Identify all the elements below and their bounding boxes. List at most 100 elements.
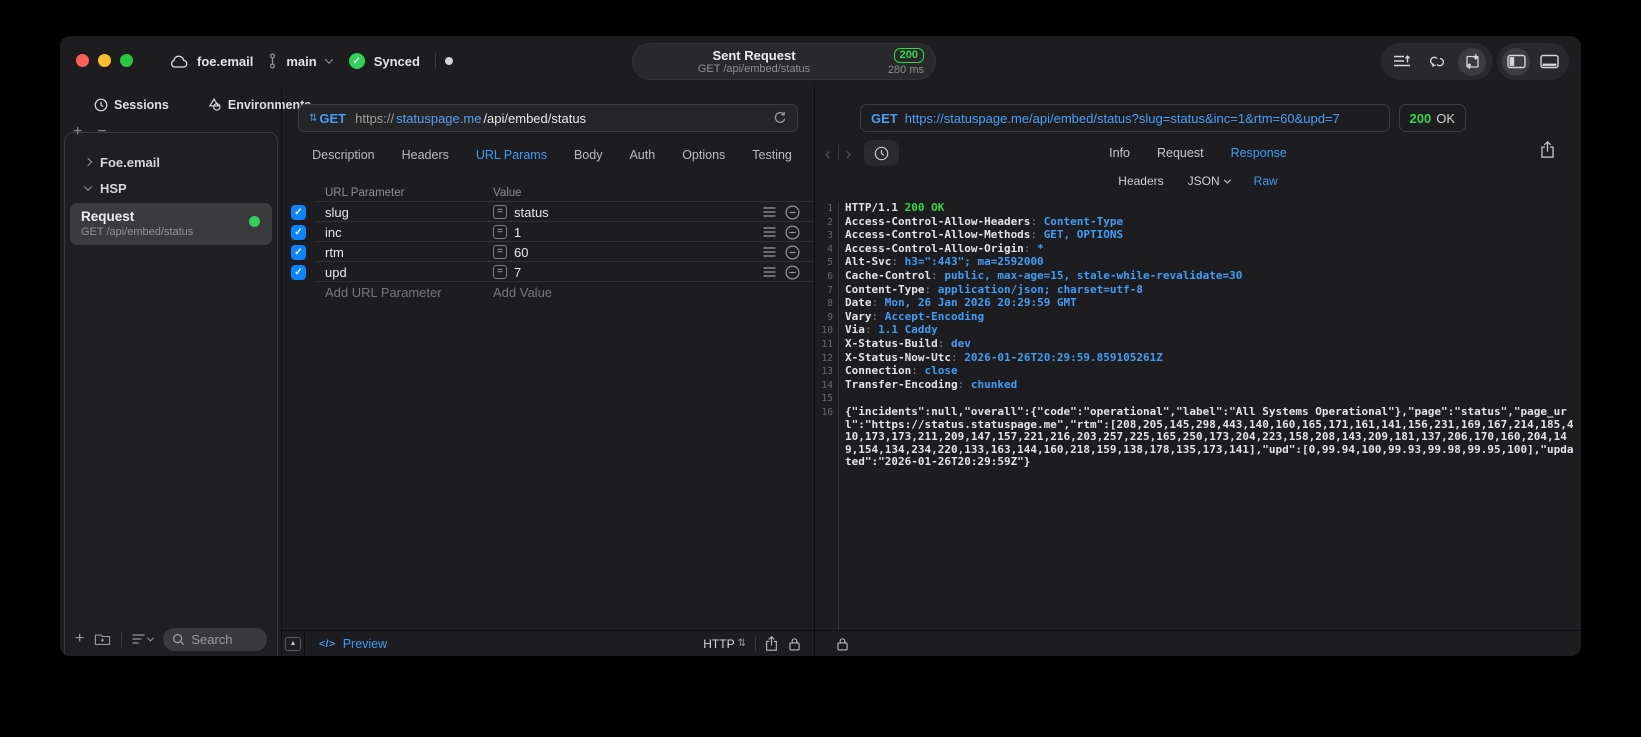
header-value: 1.1 Caddy bbox=[878, 323, 938, 337]
remove-row-icon[interactable] bbox=[785, 224, 800, 240]
code-brackets-icon: </> bbox=[319, 637, 336, 650]
export-response-button[interactable] bbox=[1540, 141, 1555, 158]
param-name-field[interactable]: slug bbox=[325, 205, 493, 220]
flow-view-button[interactable] bbox=[1423, 48, 1451, 76]
branch-name[interactable]: main bbox=[286, 54, 316, 69]
collapse-panel-button[interactable]: ▲ bbox=[282, 630, 305, 656]
param-checkbox-checked[interactable]: ✓ bbox=[291, 264, 306, 280]
line-number bbox=[815, 406, 838, 469]
sent-method: GET bbox=[871, 110, 898, 126]
param-checkbox-checked[interactable]: ✓ bbox=[291, 244, 306, 260]
project-name[interactable]: foe.email bbox=[197, 54, 253, 69]
param-value-field[interactable]: 7 bbox=[514, 265, 521, 280]
row-menu-icon[interactable] bbox=[763, 207, 776, 217]
new-request-button[interactable]: + bbox=[75, 630, 84, 648]
search-placeholder: Search bbox=[191, 631, 233, 647]
sidebar-search-input[interactable]: Search bbox=[163, 627, 267, 651]
share-button[interactable] bbox=[765, 636, 778, 651]
list-arrow-up-icon bbox=[1394, 55, 1411, 67]
response-tabs: Info Request Response bbox=[815, 137, 1581, 169]
code-line: {"incidents":null,"overall":{"code":"ope… bbox=[815, 405, 1576, 469]
synced-check-icon: ✓ bbox=[348, 53, 365, 69]
param-name-field[interactable]: rtm bbox=[325, 245, 493, 260]
remove-row-icon[interactable] bbox=[785, 244, 800, 260]
request-duration: 280 ms bbox=[887, 64, 924, 76]
sidebar-add-button[interactable]: + bbox=[73, 123, 82, 141]
tree-group-foe-email[interactable]: Foe.email bbox=[65, 149, 277, 175]
zoom-window-button[interactable] bbox=[120, 54, 133, 67]
tab-sessions-label: Sessions bbox=[114, 97, 169, 112]
box-swap-arrows-icon bbox=[1465, 54, 1479, 69]
toggle-sidebar-button[interactable] bbox=[1502, 47, 1531, 76]
header-name: Connection bbox=[845, 364, 924, 377]
request-summary-pill[interactable]: Sent Request GET /api/embed/status 200 2… bbox=[632, 43, 936, 80]
lock-icon[interactable] bbox=[837, 637, 848, 651]
tab-info[interactable]: Info bbox=[1109, 146, 1130, 160]
subtab-json[interactable]: JSON bbox=[1188, 174, 1231, 188]
add-param-value-placeholder[interactable]: Add Value bbox=[493, 285, 748, 300]
branch-icon bbox=[270, 53, 276, 69]
param-value-field[interactable]: 60 bbox=[514, 245, 528, 260]
request-list-button[interactable] bbox=[1388, 48, 1416, 76]
param-checkbox-checked[interactable]: ✓ bbox=[291, 204, 306, 220]
tab-body[interactable]: Body bbox=[574, 148, 603, 170]
sidebar-remove-button[interactable]: − bbox=[97, 123, 106, 141]
subtab-raw[interactable]: Raw bbox=[1254, 174, 1278, 188]
remove-row-icon[interactable] bbox=[785, 204, 800, 220]
list-options-button[interactable] bbox=[132, 634, 155, 644]
close-window-button[interactable] bbox=[76, 54, 89, 67]
tab-response[interactable]: Response bbox=[1231, 146, 1287, 160]
header-value: application/json; charset=utf-8 bbox=[937, 282, 1144, 296]
tab-request[interactable]: Request bbox=[1157, 146, 1204, 160]
row-menu-icon[interactable] bbox=[763, 267, 776, 277]
code-line: Via1.1 Caddy bbox=[815, 323, 1576, 338]
tab-testing[interactable]: Testing bbox=[752, 148, 792, 170]
header-value: public, max-age=15, stale-while-revalida… bbox=[944, 268, 1243, 282]
chevron-down-icon bbox=[147, 634, 155, 642]
tab-url-params[interactable]: URL Params bbox=[476, 148, 547, 170]
param-name-field[interactable]: upd bbox=[325, 265, 493, 280]
sessions-panel: Foe.email HSP Request GET /api/embed/sta… bbox=[64, 132, 278, 656]
preview-button[interactable]: </> Preview bbox=[319, 637, 387, 651]
line-number bbox=[815, 379, 838, 393]
title-bar: foe.email main ✓ Synced Sent Request GET… bbox=[60, 36, 1581, 86]
new-folder-icon[interactable] bbox=[94, 632, 111, 646]
raw-response-viewer[interactable]: HTTP/1.1 200 OK Access-Control-Allow-Head… bbox=[815, 202, 1576, 630]
response-status-code: 200 bbox=[1409, 110, 1432, 126]
request-list-item-selected[interactable]: Request GET /api/embed/status bbox=[70, 203, 272, 245]
add-param-name-placeholder[interactable]: Add URL Parameter bbox=[325, 285, 493, 300]
param-row: ✓ upd 7 bbox=[282, 262, 814, 282]
param-value-field[interactable]: 1 bbox=[514, 225, 521, 240]
remove-row-icon[interactable] bbox=[785, 264, 800, 280]
line-number bbox=[815, 202, 838, 216]
method-selector[interactable]: GET bbox=[319, 111, 346, 126]
minimize-window-button[interactable] bbox=[98, 54, 111, 67]
request-url-bar[interactable]: ⇅ GET https://statuspage.me/api/embed/st… bbox=[298, 104, 798, 132]
branch-chevron-down-icon[interactable] bbox=[324, 55, 333, 64]
sync-panel-button[interactable] bbox=[1458, 47, 1486, 76]
lock-button[interactable] bbox=[789, 637, 800, 651]
sent-request-url[interactable]: GET https://statuspage.me/api/embed/stat… bbox=[860, 104, 1390, 132]
request-editor: ⇅ GET https://statuspage.me/api/embed/st… bbox=[281, 86, 815, 656]
tab-description[interactable]: Description bbox=[312, 148, 375, 170]
tab-sessions[interactable]: Sessions bbox=[94, 97, 169, 112]
param-checkbox-checked[interactable]: ✓ bbox=[291, 224, 306, 240]
param-name-field[interactable]: inc bbox=[325, 225, 493, 240]
tab-options[interactable]: Options bbox=[682, 148, 725, 170]
method-selector-arrows-icon: ⇅ bbox=[309, 112, 317, 124]
header-value: GET, OPTIONS bbox=[1043, 228, 1124, 242]
tab-headers[interactable]: Headers bbox=[402, 148, 449, 170]
toggle-bottom-panel-button[interactable] bbox=[1536, 48, 1564, 76]
row-menu-icon[interactable] bbox=[763, 247, 776, 257]
row-menu-icon[interactable] bbox=[763, 227, 776, 237]
cloud-icon bbox=[170, 55, 188, 68]
reload-icon[interactable] bbox=[773, 111, 787, 125]
code-line: VaryAccept-Encoding bbox=[815, 310, 1576, 325]
protocol-selector[interactable]: HTTP ⇅ bbox=[703, 637, 746, 651]
subtab-headers[interactable]: Headers bbox=[1118, 174, 1163, 188]
tab-auth[interactable]: Auth bbox=[629, 148, 655, 170]
equals-icon bbox=[493, 265, 507, 279]
tree-group-label: Foe.email bbox=[100, 154, 160, 170]
param-value-field[interactable]: status bbox=[514, 205, 549, 220]
tree-group-hsp[interactable]: HSP bbox=[65, 175, 277, 201]
